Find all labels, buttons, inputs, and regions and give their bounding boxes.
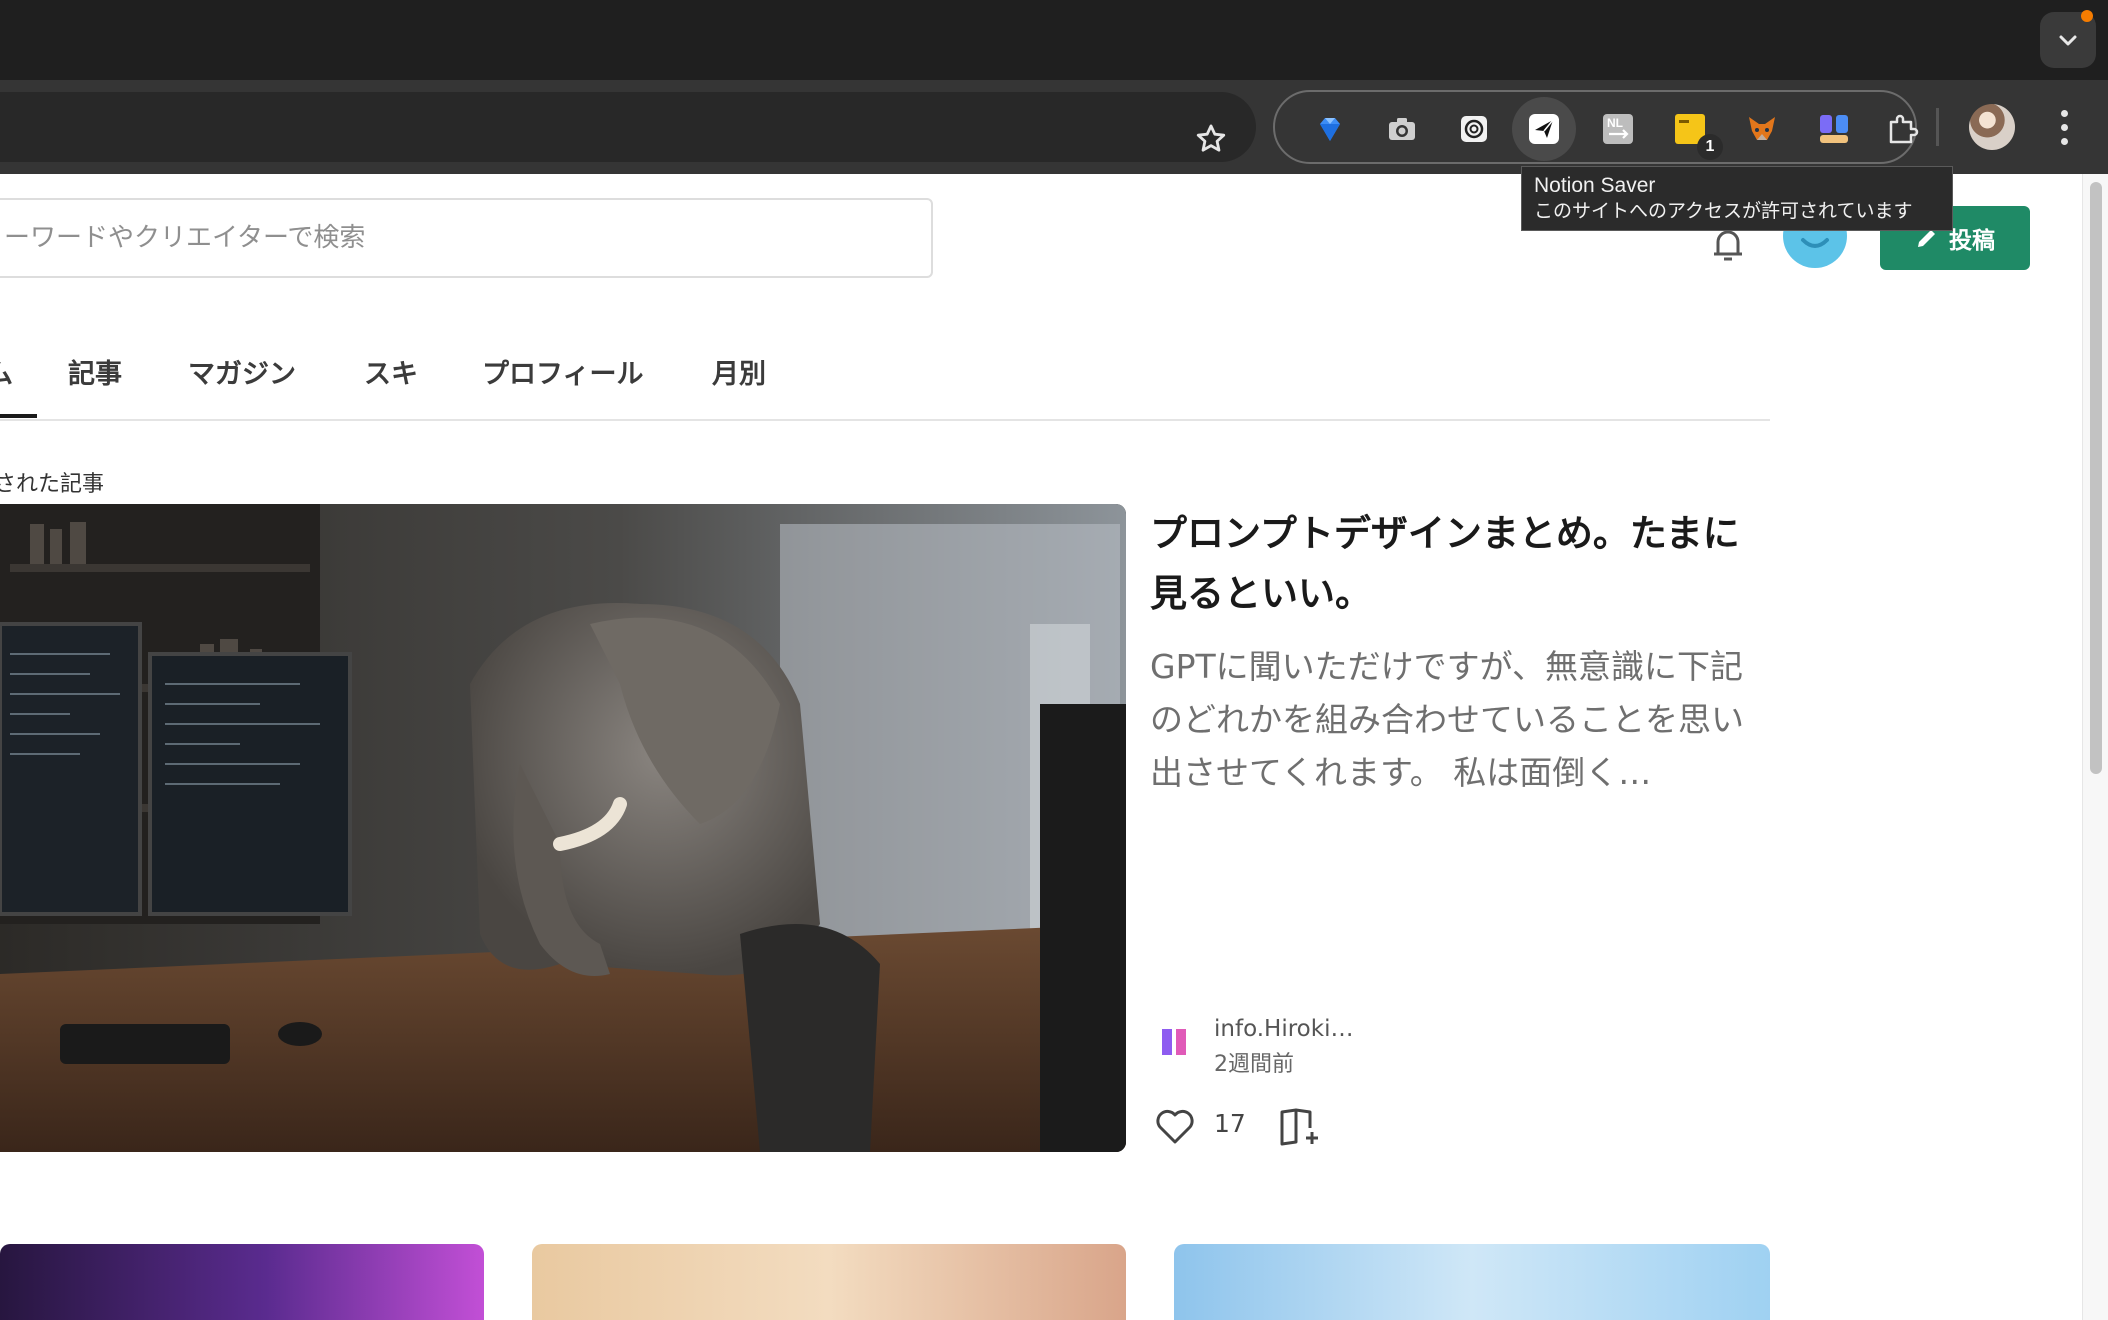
section-label: された記事 bbox=[0, 472, 105, 497]
chevron-down-icon bbox=[2059, 35, 2077, 46]
extension-badge: 1 bbox=[1697, 134, 1723, 160]
kebab-dot-icon bbox=[2060, 109, 2068, 117]
article-hero-image[interactable] bbox=[0, 504, 1126, 1152]
article-thumbnail[interactable] bbox=[0, 1244, 484, 1320]
tab-likes[interactable]: スキ bbox=[364, 352, 418, 391]
screenshot-extension-button[interactable] bbox=[1379, 106, 1425, 152]
kebab-dot-icon bbox=[2060, 123, 2068, 131]
tab-home[interactable]: ム bbox=[0, 352, 13, 391]
article-excerpt: GPTに聞いただけですが、無意識に下記のどれかを組み合わせていることを思い出させ… bbox=[1150, 647, 1744, 792]
extensions-group: NL 1 bbox=[1273, 90, 1919, 164]
browser-toolbar: NL 1 bbox=[0, 80, 2108, 174]
like-button[interactable] bbox=[1152, 1104, 1198, 1148]
tab-magazines[interactable]: マガジン bbox=[188, 352, 296, 391]
translate-icon: NL bbox=[1603, 114, 1633, 144]
group-icon bbox=[1820, 115, 1848, 143]
post-button-label: 投稿 bbox=[1949, 228, 1995, 254]
author-avatar[interactable] bbox=[1158, 1026, 1190, 1058]
browser-tab-strip bbox=[0, 0, 2108, 80]
page-scrollbar[interactable] bbox=[2082, 174, 2108, 1320]
scrollbar-thumb[interactable] bbox=[2090, 182, 2102, 774]
like-count: 17 bbox=[1214, 1109, 1246, 1138]
article-title[interactable]: プロンプトデザインまとめ。たまに見るといい。 bbox=[1150, 504, 1775, 624]
post-time: 2週間前 bbox=[1214, 1052, 1294, 1077]
notion-saver-icon bbox=[1529, 114, 1559, 144]
gem-icon bbox=[1320, 118, 1340, 141]
active-tab-indicator bbox=[0, 414, 37, 418]
notification-dot bbox=[2081, 10, 2093, 22]
profile-avatar-button[interactable] bbox=[1969, 104, 2015, 150]
profile-tabs: ム 記事 マガジン スキ プロフィール 月別 bbox=[0, 344, 1770, 421]
notion-saver-extension-button[interactable] bbox=[1512, 97, 1576, 161]
address-bar[interactable] bbox=[0, 92, 1256, 162]
article-thumbnail[interactable] bbox=[532, 1244, 1126, 1320]
magazine-add-icon bbox=[1280, 1108, 1318, 1146]
tooltip-subtitle: このサイトへのアクセスが許可されています bbox=[1534, 201, 1913, 222]
author-logo-icon bbox=[1162, 1029, 1186, 1055]
tab-profile[interactable]: プロフィール bbox=[482, 352, 643, 391]
metamask-fox-icon bbox=[1749, 117, 1775, 140]
tab-monthly[interactable]: 月別 bbox=[712, 352, 766, 391]
add-to-magazine-button[interactable] bbox=[1276, 1104, 1324, 1148]
sticky-note-extension-button[interactable]: 1 bbox=[1667, 106, 1723, 160]
article-thumbnail[interactable] bbox=[1174, 1244, 1770, 1320]
chatgpt-icon bbox=[1461, 116, 1487, 142]
bookmark-star-button[interactable] bbox=[1186, 114, 1236, 164]
star-icon bbox=[1196, 124, 1226, 152]
extensions-menu-button[interactable] bbox=[1879, 106, 1925, 152]
chatgpt-extension-button[interactable] bbox=[1451, 106, 1497, 152]
puzzle-icon bbox=[1889, 114, 1919, 144]
author-name[interactable]: info.Hiroki… bbox=[1214, 1016, 1353, 1042]
web-page: 投稿 ム 記事 マガジン スキ プロフィール 月別 された記事 bbox=[0, 174, 2082, 1320]
svg-text:NL: NL bbox=[1607, 116, 1623, 130]
browser-menu-button[interactable] bbox=[2046, 102, 2082, 152]
heart-icon bbox=[1156, 1109, 1194, 1144]
kebab-dot-icon bbox=[2060, 137, 2068, 145]
metamask-extension-button[interactable] bbox=[1739, 106, 1785, 152]
tooltip-title: Notion Saver bbox=[1534, 174, 1656, 197]
toolbar-separator bbox=[1936, 108, 1939, 146]
group-extension-button[interactable] bbox=[1811, 106, 1857, 152]
tab-articles[interactable]: 記事 bbox=[68, 352, 122, 391]
camera-icon bbox=[1389, 118, 1415, 140]
translate-extension-button[interactable]: NL bbox=[1595, 106, 1641, 152]
search-input[interactable] bbox=[0, 198, 933, 278]
extension-tooltip: Notion Saver このサイトへのアクセスが許可されています bbox=[1521, 166, 1953, 231]
gem-extension-button[interactable] bbox=[1307, 106, 1353, 152]
